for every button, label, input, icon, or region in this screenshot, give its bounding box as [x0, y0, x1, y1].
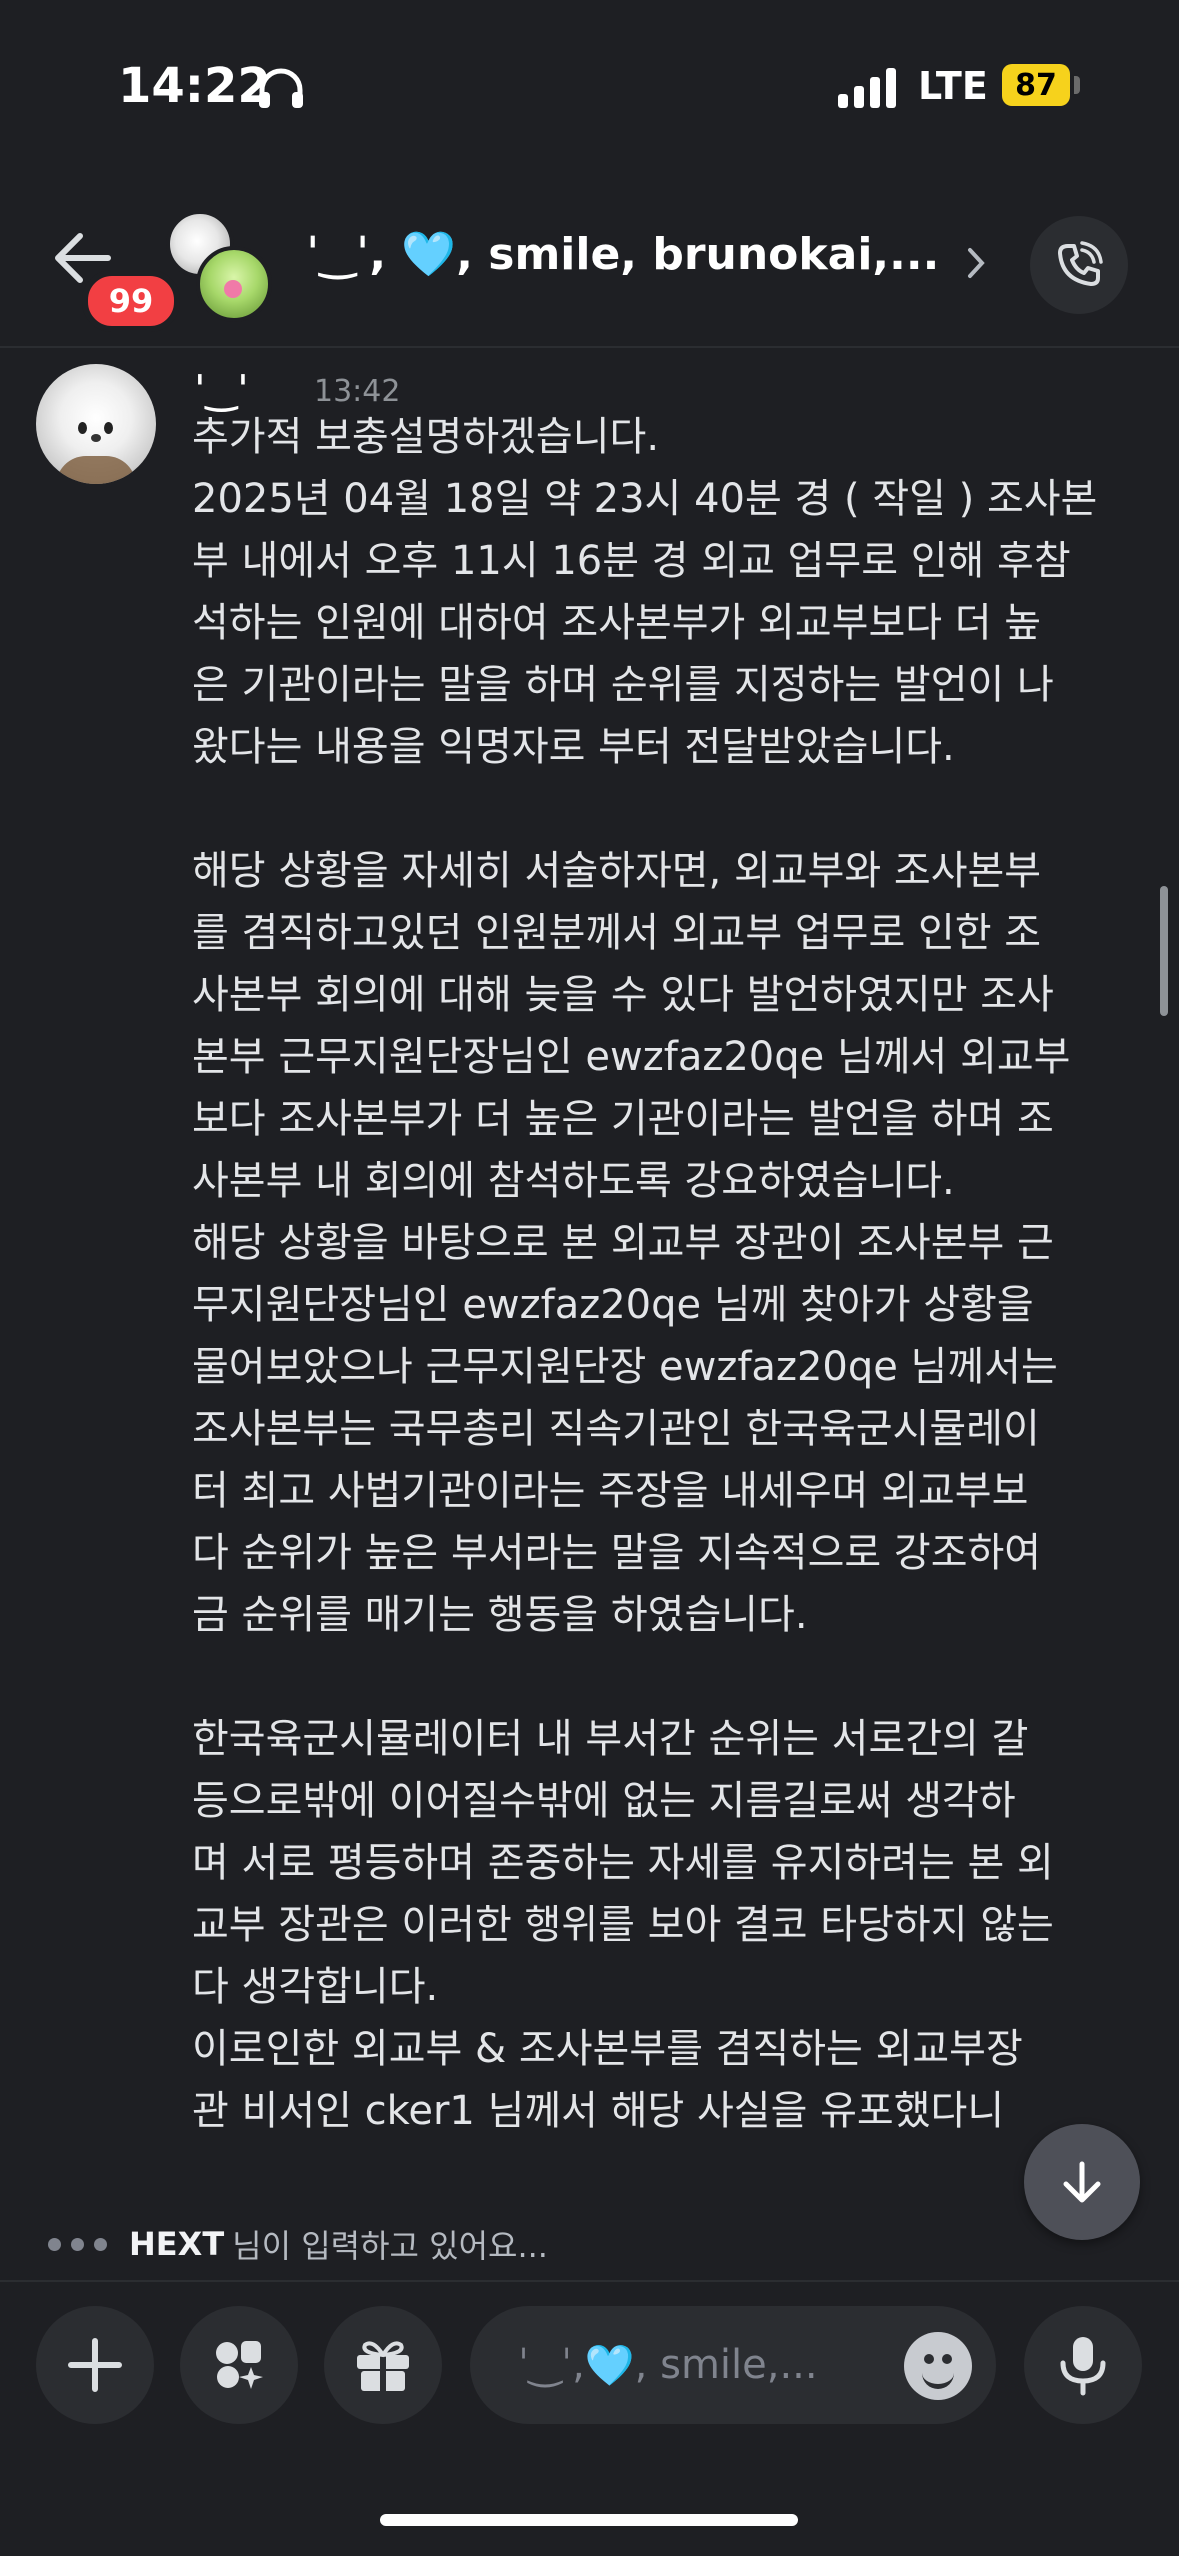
battery-icon: 87 [1002, 64, 1070, 106]
message-line: 무지원단장님인 ewzfaz20qe 님께 찾아가 상황을 [192, 1282, 1034, 1328]
message-content: 추가적 보충설명하겠습니다. 2025년 04월 18일 약 23시 40분 경 … [192, 406, 1152, 2142]
typing-user: HEXT [129, 2225, 225, 2263]
voice-button[interactable] [1024, 2306, 1142, 2424]
message-line: 다 생각합니다. [192, 1964, 439, 2010]
microphone-icon [1060, 2337, 1106, 2396]
typing-indicator: HEXT 님이 입력하고 있어요... [48, 2218, 548, 2270]
avatar[interactable] [36, 364, 156, 484]
message-line: 이로인한 외교부 & 조사본부를 겸직하는 외교부장 [192, 2026, 1023, 2072]
channel-header: 99 ˈ‿ˈ, 🩵, smile, brunokai,... [0, 170, 1179, 348]
message-line: 를 겸직하고있던 인원분께서 외교부 업무로 인한 조 [192, 910, 1042, 956]
emoji-icon[interactable] [904, 2332, 972, 2400]
channel-title-suffix: , smile, brunokai,... [456, 229, 940, 280]
channel-title[interactable]: ˈ‿ˈ, 🩵, smile, brunokai,... [306, 228, 966, 292]
message-line: 등으로밖에 이어질수밖에 없는 지름길로써 생각하 [192, 1778, 1016, 1824]
message-line: 터 최고 사법기관이라는 주장을 내세우며 외교부보 [192, 1468, 1029, 1514]
jump-to-bottom-button[interactable] [1024, 2124, 1140, 2240]
message-line: 사본부 내 회의에 참석하도록 강요하였습니다. [192, 1158, 955, 1204]
channel-title-prefix: ˈ‿ˈ, [306, 229, 402, 280]
chevron-right-icon[interactable] [966, 246, 986, 280]
message-timestamp: 13:42 [314, 374, 401, 409]
apps-icon [216, 2341, 263, 2389]
unread-badge: 99 [82, 270, 180, 332]
message-line: 추가적 보충설명하겠습니다. [192, 414, 660, 460]
message-line: 한국육군시뮬레이터 내 부서간 순위는 서로간의 갈 [192, 1716, 1029, 1762]
message-line: 왔다는 내용을 익명자로 부터 전달받았습니다. [192, 724, 955, 770]
message-line: 관 비서인 cker1 님께서 해당 사실을 유포했다니 [192, 2088, 1005, 2134]
battery-cap [1074, 76, 1080, 94]
call-button[interactable] [1030, 216, 1128, 314]
headphones-icon [259, 68, 303, 108]
message-line: 다 순위가 높은 부서라는 말을 지속적으로 강조하여 [192, 1530, 1042, 1576]
gift-icon [357, 2341, 409, 2391]
avatar [196, 246, 272, 322]
heart-emoji: 🩵 [584, 2342, 635, 2389]
message-line: 은 기관이라는 말을 하며 순위를 지정하는 발언이 나 [192, 662, 1054, 708]
message-line: 부 내에서 오후 11시 16분 경 외교 업무로 인해 후참 [192, 538, 1071, 584]
message-line: 해당 상황을 자세히 서술하자면, 외교부와 조사본부 [192, 848, 1042, 894]
signal-icon [838, 66, 900, 108]
message-line-break [192, 1646, 1152, 1708]
home-indicator [380, 2514, 798, 2526]
phone-call-icon [1058, 241, 1103, 286]
typing-text: 님이 입력하고 있어요... [232, 2227, 548, 2265]
status-time: 14:22 [118, 58, 271, 114]
message-line: 2025년 04월 18일 약 23시 40분 경 ( 작일 ) 조사본 [192, 476, 1098, 522]
message-line: 석하는 인원에 대하여 조사본부가 외교부보다 더 높 [192, 600, 1042, 646]
network-type: LTE [918, 64, 988, 108]
message-line: 며 서로 평등하며 존중하는 자세를 유지하려는 본 외 [192, 1840, 1054, 1886]
message-line: 교부 장관은 이러한 행위를 보아 결코 타당하지 않는 [192, 1902, 1054, 1948]
gift-button[interactable] [324, 2306, 442, 2424]
message-line: 금 순위를 매기는 행동을 하였습니다. [192, 1592, 808, 1638]
message-line: 보다 조사본부가 더 높은 기관이라는 발언을 하며 조 [192, 1096, 1054, 1142]
message-line: 해당 상황을 바탕으로 본 외교부 장관이 조사본부 근 [192, 1220, 1054, 1266]
message-item[interactable]: ˈ‿ˈ 13:42 추가적 보충설명하겠습니다. 2025년 04월 18일 약 … [0, 346, 1179, 2206]
arrow-down-icon [1063, 2161, 1101, 2203]
battery-level: 87 [1015, 67, 1057, 103]
plus-icon [68, 2338, 122, 2392]
message-line: 본부 근무지원단장님인 ewzfaz20qe 님께서 외교부 [192, 1034, 1071, 1080]
status-bar: 14:22 LTE 87 [0, 0, 1179, 170]
input-placeholder-prefix: ˈ‿ˈ, [518, 2342, 585, 2388]
scrollbar[interactable] [1160, 886, 1168, 1016]
message-line: 조사본부는 국무총리 직속기관인 한국육군시뮬레이 [192, 1406, 1040, 1452]
apps-button[interactable] [180, 2306, 298, 2424]
add-button[interactable] [36, 2306, 154, 2424]
typing-dots-icon [48, 2237, 107, 2251]
divider [0, 2280, 1179, 2282]
message-line: 물어보았으나 근무지원단장 ewzfaz20qe 님께서는 [192, 1344, 1058, 1390]
heart-emoji: 🩵 [401, 229, 457, 280]
app: 14:22 LTE 87 99 ˈ‿ˈ, 🩵, smile, brunokai,… [0, 0, 1179, 2556]
input-placeholder-suffix: , smile,... [634, 2342, 818, 2388]
message-line-break [192, 778, 1152, 840]
message-line: 사본부 회의에 대해 늦을 수 있다 발언하였지만 조사 [192, 972, 1054, 1018]
